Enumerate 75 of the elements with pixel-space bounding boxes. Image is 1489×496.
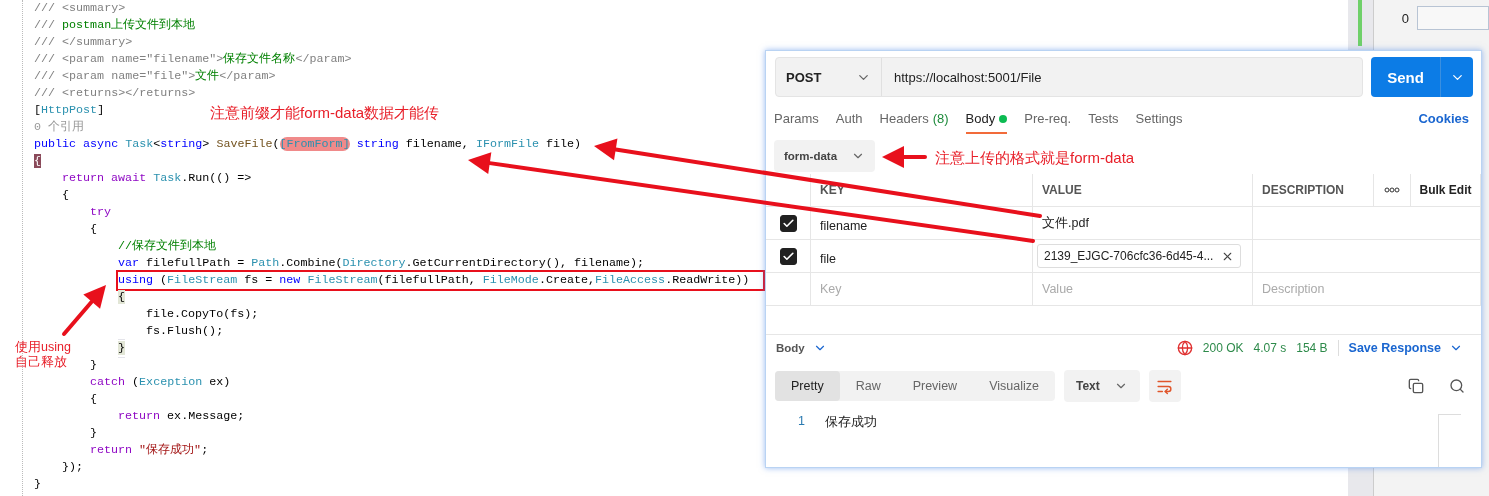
checkbox[interactable]	[779, 247, 797, 265]
table-cell	[766, 174, 811, 208]
view-tab[interactable]: Pretty	[775, 371, 840, 401]
code-line: using (FileStream fs = new FileStream(filefullPath, FileMode.Create,FileAccess.ReadWrite))	[118, 272, 764, 289]
tab[interactable]: Tests	[1088, 111, 1119, 134]
code-line: {	[90, 221, 97, 238]
code-line: }	[118, 340, 125, 357]
tab[interactable]: Settings	[1135, 111, 1183, 134]
response-body-dropdown[interactable]: Body	[776, 341, 827, 356]
format-dropdown[interactable]: Text	[1063, 370, 1140, 402]
code-line: }	[34, 476, 41, 493]
code-line: return ex.Message;	[118, 408, 245, 425]
code-line: public async Task<string> SaveFile([FromForm] string filename, IFormFile file)	[34, 136, 582, 153]
copy-icon	[1408, 378, 1424, 394]
code-line: /// <param name="filename">保存文件名称</param>	[34, 51, 352, 68]
check-icon	[781, 249, 795, 263]
code-line: var filefullPath = Path.Combine(Directory.GetCurrentDirectory(), filename);	[118, 255, 645, 272]
code-line: {	[90, 391, 97, 408]
tab[interactable]: Body	[965, 111, 1008, 134]
view-tab[interactable]: Raw	[839, 371, 897, 401]
more-icon	[1384, 187, 1400, 194]
code-line: /// </summary>	[34, 34, 133, 51]
body-type-dropdown[interactable]: form-data	[774, 140, 876, 173]
annotation-text: 注意前缀才能form-data数据才能传	[210, 104, 440, 122]
code-line: return "保存成功";	[90, 442, 209, 459]
code-line: [HttpPost]	[34, 102, 105, 119]
annotation-text: 注意上传的格式就是form-data	[935, 149, 1135, 167]
code-line: /// postman上传文件到本地	[34, 17, 196, 34]
size-text: 154 B	[1296, 341, 1328, 356]
view-tab[interactable]: Visualize	[973, 371, 1055, 401]
tab[interactable]: Auth	[835, 111, 863, 134]
save-response-button[interactable]: Save Response	[1337, 340, 1469, 357]
tab[interactable]: Pre-req.	[1024, 111, 1072, 134]
arrow	[62, 285, 106, 336]
code-line: return await Task.Run(() =>	[62, 170, 252, 187]
code-line: }	[90, 425, 97, 442]
code-line: file.CopyTo(fs);	[146, 306, 259, 323]
view-tab[interactable]: Preview	[896, 371, 974, 401]
code-line: /// <summary>	[34, 0, 126, 17]
cookies-link[interactable]: Cookies	[1418, 111, 1469, 134]
time-text: 4.07 s	[1253, 341, 1287, 356]
search-icon	[1449, 378, 1465, 394]
bulk-edit-button[interactable]: Bulk Edit	[1411, 174, 1481, 208]
checkbox[interactable]	[779, 214, 797, 232]
code-line: fs.Flush();	[146, 323, 224, 340]
key-cell[interactable]: file	[811, 240, 1033, 274]
line-number: 1	[798, 414, 805, 430]
input-field[interactable]	[1417, 6, 1489, 30]
code-line: //保存文件到本地	[118, 238, 217, 255]
more-button[interactable]	[1374, 174, 1411, 208]
globe-icon[interactable]	[1176, 340, 1193, 357]
check-icon	[781, 216, 795, 230]
code-line: }	[90, 357, 97, 374]
scroll-marker	[1358, 0, 1363, 46]
code-line: try	[90, 204, 112, 221]
code-line: 0 个引用	[34, 119, 85, 136]
code-line: });	[62, 459, 84, 476]
wrap-button[interactable]	[1148, 370, 1181, 402]
description-cell[interactable]	[1253, 207, 1481, 241]
code-line: catch (Exception ex)	[90, 374, 231, 391]
file-chip[interactable]: 2139_EJGC-706cfc36-6d45-4...	[1037, 244, 1242, 269]
column-header: VALUE	[1033, 174, 1253, 208]
description-cell[interactable]	[1253, 240, 1481, 274]
tab[interactable]: Params	[774, 111, 819, 134]
code-line: {	[62, 187, 69, 204]
response-text: 保存成功	[824, 414, 877, 431]
scrollbar[interactable]	[1438, 414, 1461, 467]
value-cell[interactable]: 文件.pdf	[1033, 207, 1253, 241]
tab[interactable]: Headers (8)	[879, 111, 949, 134]
value-text: 0	[1401, 10, 1409, 26]
status-text: 200 OK	[1202, 341, 1244, 356]
code-line: /// <param name="file">文件</param>	[34, 68, 276, 85]
code-line: /// <returns></returns>	[34, 85, 196, 102]
annotation-text: 使用using 自己释放	[15, 340, 71, 370]
key-cell[interactable]: filename	[811, 207, 1033, 241]
